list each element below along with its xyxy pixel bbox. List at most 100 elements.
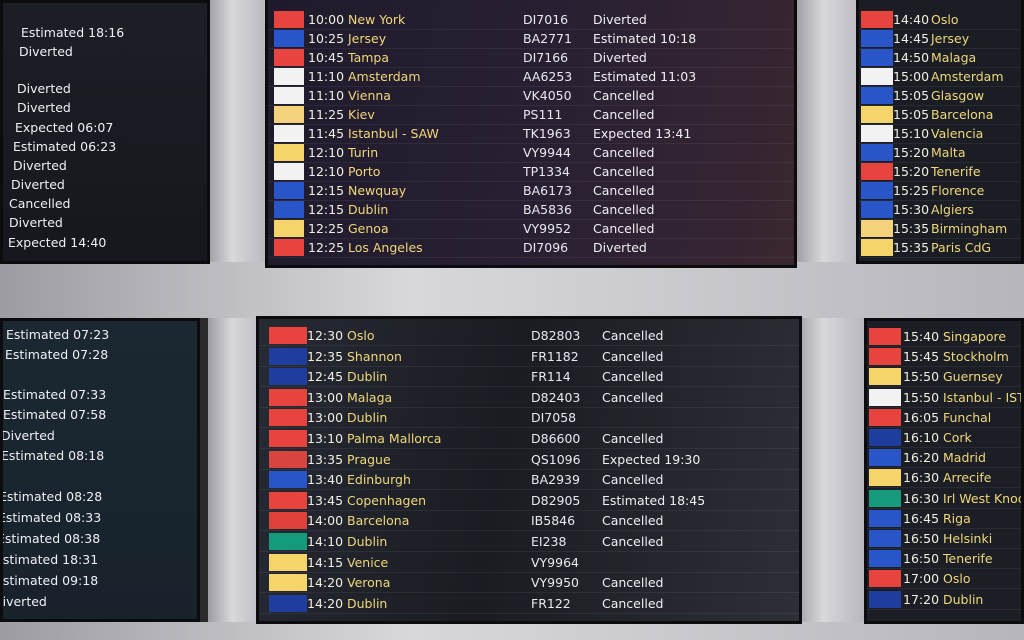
destination: Tampa	[348, 50, 389, 65]
flight-status: Expected 06:07	[15, 120, 114, 135]
flight-status: Cancelled	[593, 183, 655, 198]
flight-row: 12:25 Los Angeles DI7096 Diverted	[268, 238, 794, 258]
departure-time: 12:25	[308, 221, 345, 236]
flight-status: Diverted	[11, 177, 65, 192]
flight-row: 14:50 Malaga	[859, 48, 1021, 68]
flight-number: BA2771	[523, 31, 572, 46]
airline-logo	[269, 553, 307, 571]
flight-row: 14:00 Barcelona IB5846 Cancelled	[259, 511, 799, 532]
airline-logo	[861, 106, 893, 123]
airline-logo	[274, 30, 304, 47]
departure-time: 11:45	[308, 126, 345, 141]
departure-time: 13:00	[307, 389, 344, 405]
flight-status: Cancelled	[602, 369, 664, 385]
flight-row: Diverted	[3, 213, 207, 232]
departure-time: 12:45	[307, 369, 344, 385]
flight-row: Cancelled	[3, 194, 207, 213]
airline-logo	[269, 491, 307, 509]
destination: Kiev	[348, 107, 375, 122]
airline-logo	[274, 106, 304, 123]
flight-status: Estimated 18:16	[21, 25, 125, 40]
airline-logo	[869, 590, 901, 608]
airline-logo	[869, 328, 901, 345]
departure-time: 13:10	[307, 431, 344, 446]
departure-time: 13:00	[307, 410, 344, 426]
destination: Helsinki	[943, 531, 993, 546]
board-frame	[0, 622, 1024, 640]
destination: Amsterdam	[931, 69, 1004, 84]
flight-row: Estimated 07:33	[3, 385, 197, 404]
departure-time: 14:10	[307, 534, 344, 549]
departure-time: 14:00	[307, 513, 344, 529]
flight-status: Cancelled	[593, 202, 655, 217]
flight-number: BA6173	[523, 183, 572, 198]
destination: Verona	[347, 575, 391, 591]
destination: Prague	[347, 451, 391, 467]
departure-time: 16:50	[903, 551, 940, 567]
departure-time: 12:15	[308, 183, 345, 198]
flight-row: 16:30 Arrecife	[867, 468, 1021, 489]
airline-logo	[269, 327, 307, 344]
flight-number: IB5846	[531, 513, 576, 529]
destination: Dublin	[347, 369, 388, 385]
flight-row: 14:20 Verona VY9950 Cancelled	[259, 573, 799, 594]
destination: Genoa	[348, 221, 389, 236]
airline-logo	[861, 125, 893, 142]
airline-logo	[269, 450, 307, 468]
flight-row: 11:25 Kiev PS111 Cancelled	[268, 105, 794, 125]
flight-row: Estimated 07:58	[3, 405, 197, 424]
flight-number: AA6253	[523, 69, 573, 84]
destination: Shannon	[347, 348, 402, 364]
flight-row: 15:50 Guernsey	[867, 367, 1021, 388]
flight-row: 10:45 Tampa DI7166 Diverted	[268, 48, 794, 68]
airline-logo	[869, 449, 901, 467]
flight-number: D82905	[531, 492, 581, 508]
flight-status: Estimated 07:33	[3, 387, 107, 402]
flight-row: Estimated 18:31	[3, 550, 197, 569]
flight-status: Estimated 08:28	[0, 489, 103, 504]
departures-screen-top-left: Estimated 18:16 Diverted Diverted Diverted E…	[0, 0, 210, 264]
destination: Guernsey	[943, 369, 1003, 385]
departure-time: 12:35	[307, 348, 344, 364]
departure-time: 15:05	[893, 88, 930, 103]
flight-number: BA2939	[531, 472, 580, 488]
flight-number: BA5836	[523, 202, 572, 217]
airline-logo	[869, 550, 901, 568]
flight-number: VK4050	[523, 88, 572, 103]
flight-status: Diverted	[17, 81, 71, 96]
flight-row: 12:10 Porto TP1334 Cancelled	[268, 162, 794, 182]
flight-status: Cancelled	[602, 348, 664, 364]
flight-row: 12:25 Genoa VY9952 Cancelled	[268, 219, 794, 239]
departure-time: 14:40	[893, 12, 930, 27]
flight-status: Cancelled	[602, 513, 664, 529]
departure-time: 14:20	[307, 575, 344, 591]
flight-row: 13:35 Prague QS1096 Expected 19:30	[259, 450, 799, 470]
flight-row: 14:20 Dublin FR122 Cancelled	[259, 594, 799, 614]
departure-time: 12:10	[308, 145, 345, 160]
departure-time: 15:30	[893, 202, 930, 217]
departure-time: 13:40	[307, 472, 344, 488]
airline-logo	[869, 570, 901, 588]
flight-number: VY9950	[531, 575, 579, 591]
departures-screen-top-right: 14:40 Oslo 14:45 Jersey 14:50 Malaga 15:00 Amst…	[856, 0, 1024, 264]
flight-row: 13:10 Palma Mallorca D86600 Cancelled	[259, 429, 799, 449]
departure-time: 15:45	[903, 349, 940, 365]
flight-status: Estimated 08:33	[0, 510, 102, 525]
departure-time: 16:10	[903, 430, 940, 445]
airline-logo	[861, 30, 893, 47]
flight-row: 16:05 Funchal	[867, 408, 1021, 428]
destination: Turin	[348, 145, 379, 160]
flight-number: TK1963	[523, 126, 571, 141]
destination: Dublin	[943, 591, 984, 607]
departure-time: 10:25	[308, 31, 345, 46]
flight-status: Expected 19:30	[602, 451, 701, 467]
flight-row: Expected 14:40	[3, 233, 207, 252]
flight-number: VY9952	[523, 221, 571, 236]
board-frame	[795, 0, 865, 640]
departure-time: 13:45	[307, 492, 344, 508]
airline-logo	[861, 220, 893, 237]
destination: Algiers	[931, 202, 974, 217]
destination: Copenhagen	[347, 492, 427, 508]
flight-number: VY9964	[531, 554, 579, 570]
airline-logo	[269, 512, 307, 530]
